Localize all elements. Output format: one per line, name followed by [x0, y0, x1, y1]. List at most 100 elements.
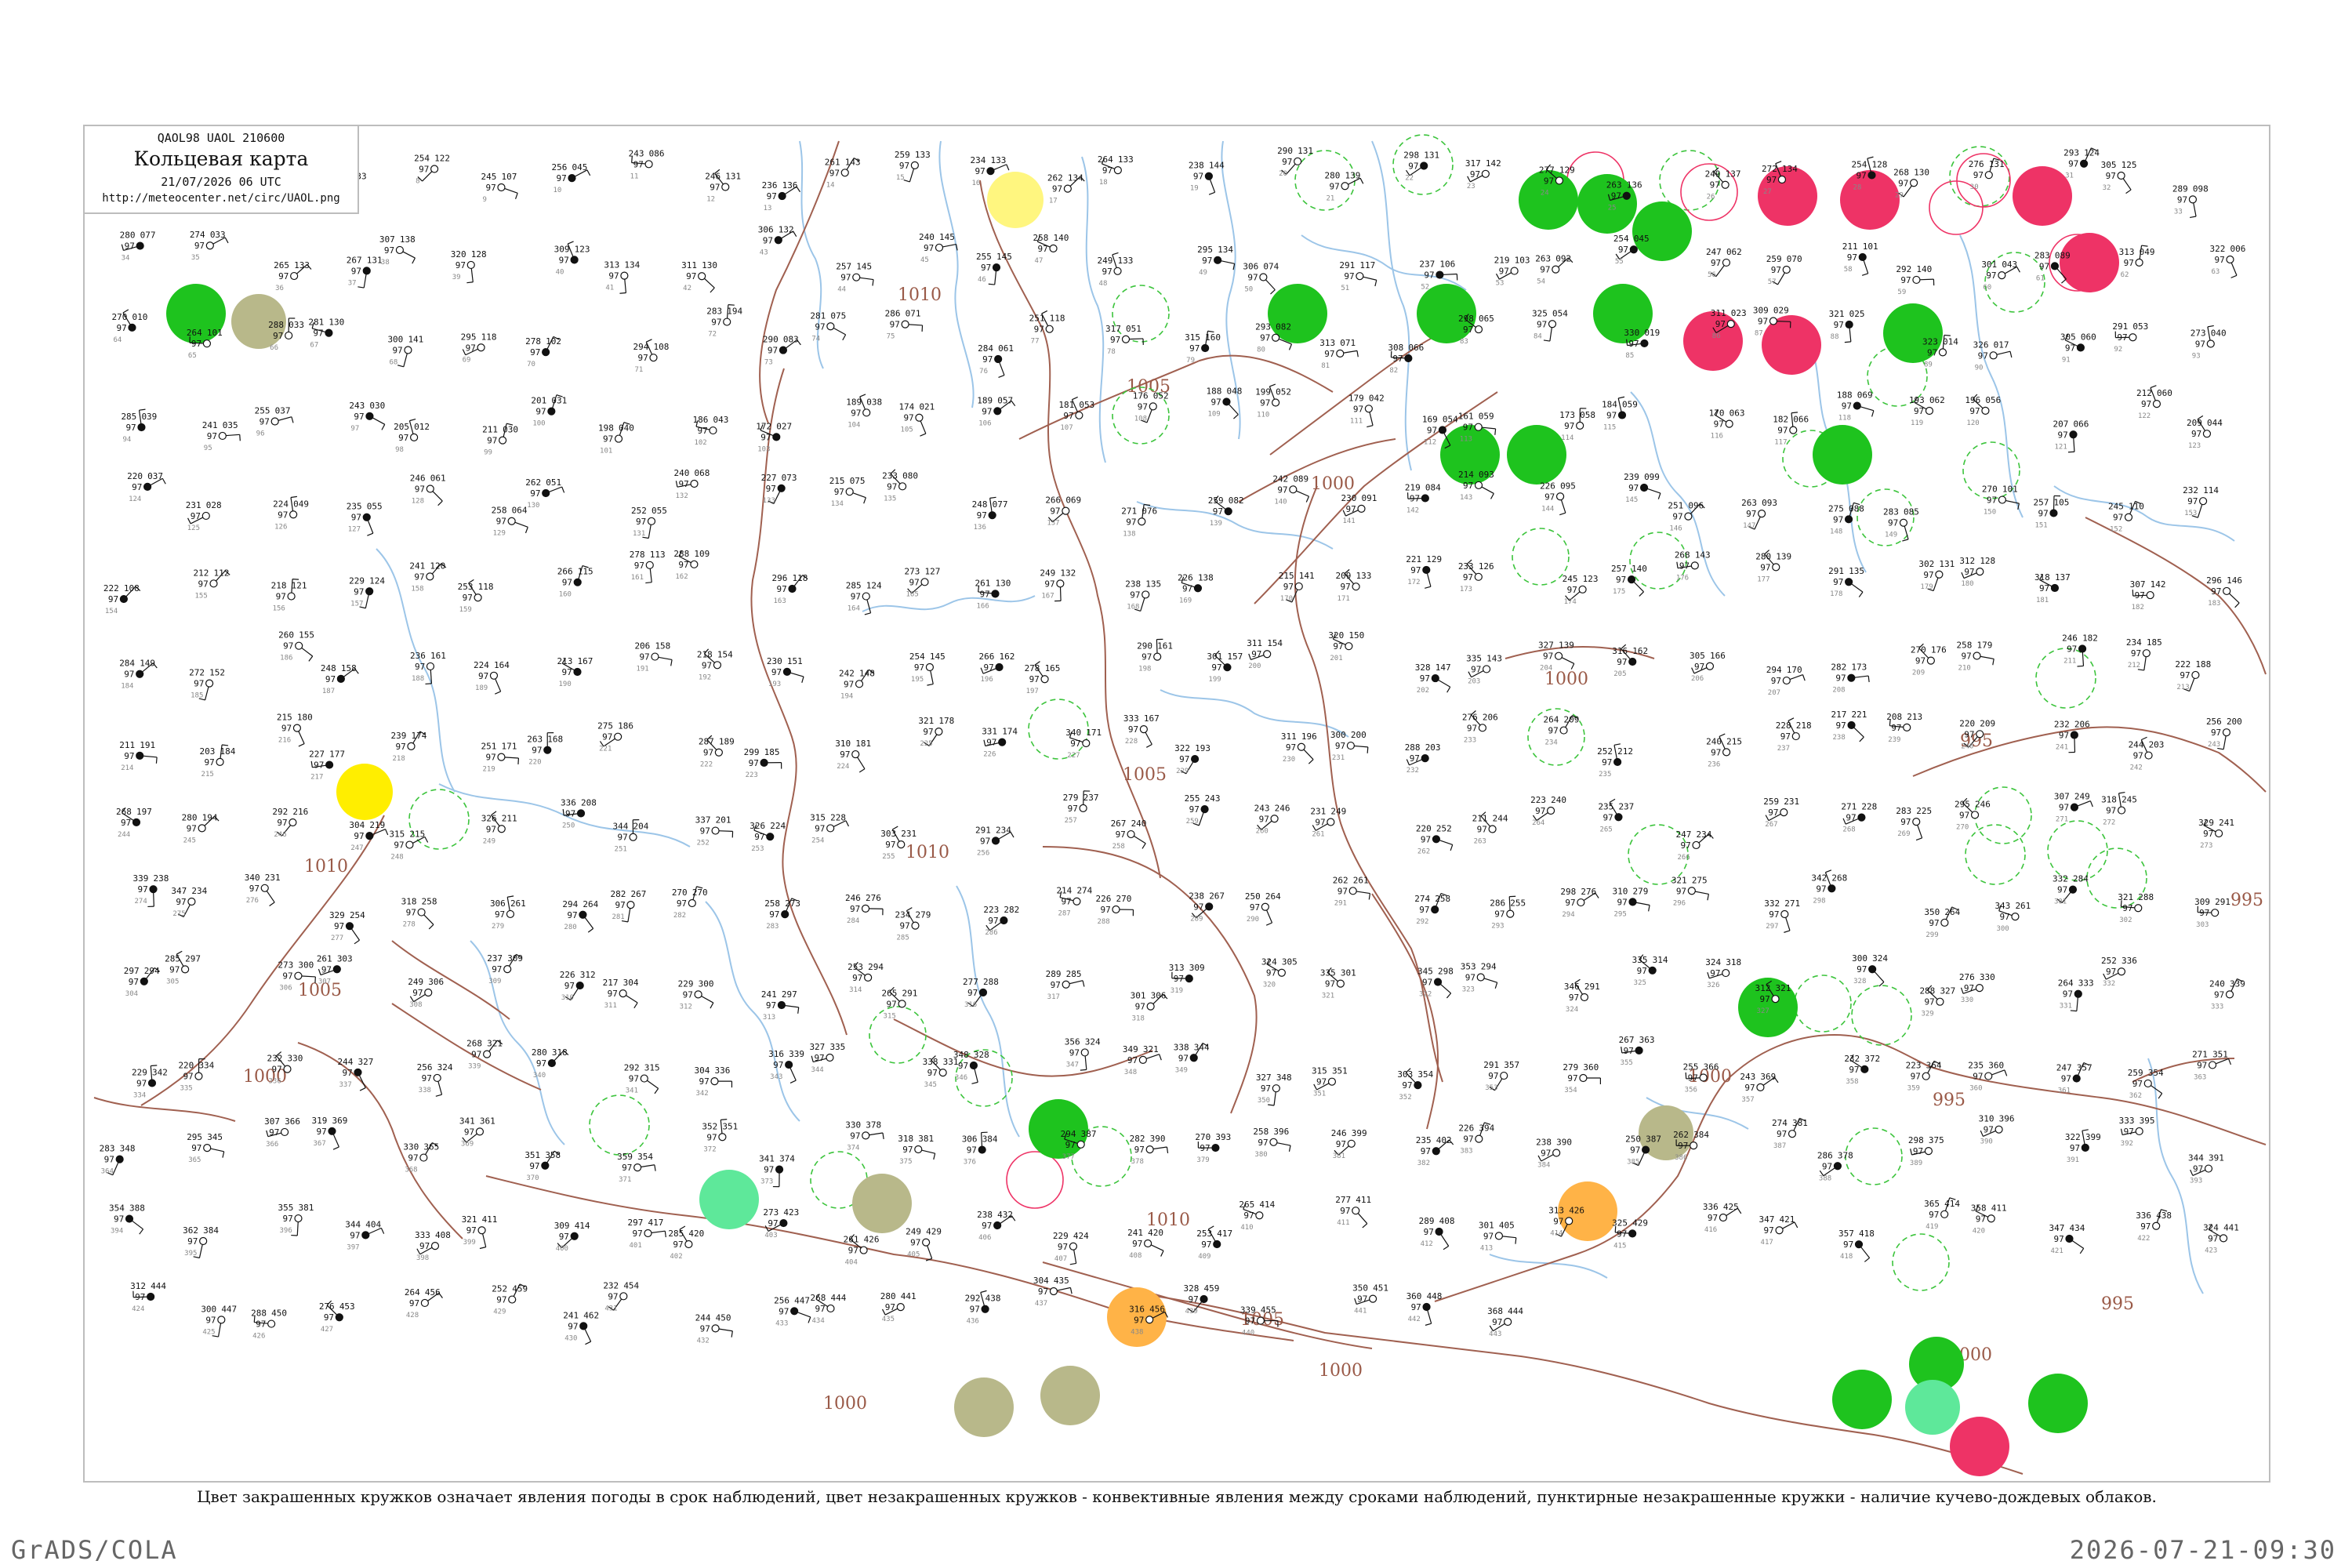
cloud-cover-symbol: [772, 433, 781, 441]
station-pressure: 357: [2077, 1063, 2092, 1073]
station-pressure: 333: [2078, 978, 2094, 989]
station-index: 143: [1460, 494, 1472, 502]
station-temp: 321: [1671, 875, 1687, 885]
cloud-cover-symbol: [864, 973, 873, 982]
station-humidity: 97: [125, 241, 135, 252]
station-pressure: 139: [1345, 170, 1361, 180]
station-temp: 358: [1971, 1203, 1987, 1213]
station-pressure: 378: [866, 1120, 881, 1130]
station-humidity: 97: [2070, 1143, 2080, 1153]
station-index: 115: [1603, 423, 1616, 431]
cloud-cover-symbol: [1998, 270, 2006, 280]
station-humidity: 97: [970, 1305, 980, 1315]
station-index: 189: [475, 684, 488, 692]
station-index: 214: [121, 764, 133, 772]
station-temp: 282: [1130, 1134, 1145, 1144]
station-index: 170: [1280, 595, 1293, 603]
station-index: 87: [1755, 329, 1763, 337]
station-humidity: 97: [415, 484, 425, 494]
station-humidity: 97: [492, 964, 502, 975]
station-index: 332: [2103, 980, 2115, 988]
shower-circle: [1950, 1417, 2009, 1476]
wind-barb-flag: [239, 434, 241, 441]
station-temp: 238: [1536, 1138, 1552, 1148]
station-temp: 318: [401, 897, 417, 907]
cloud-cover-symbol: [1139, 725, 1148, 734]
station-temp: 306: [1243, 262, 1258, 272]
cloud-cover-symbol: [1420, 162, 1428, 170]
station-index: 381: [1333, 1152, 1345, 1160]
station-humidity: 97: [1760, 562, 1770, 572]
station-temp: 311: [1711, 308, 1726, 318]
station-temp: 278: [1025, 663, 1040, 673]
station-index: 24: [1541, 189, 1549, 197]
station-temp: 338: [1174, 1042, 1189, 1052]
station-index: 90: [1975, 364, 1984, 372]
cloud-cover-symbol: [1263, 650, 1272, 659]
station-pressure: 039: [141, 412, 157, 422]
station-temp: 227: [309, 750, 325, 760]
cloud-cover-symbol: [209, 579, 218, 588]
station-pressure: 360: [1583, 1062, 1599, 1073]
station-temp: 246: [705, 172, 720, 182]
station-index: 328: [1853, 978, 1866, 985]
cloud-cover-symbol: [2068, 885, 2078, 894]
station-index: 131: [633, 530, 645, 538]
station-temp: 279: [1063, 793, 1079, 803]
station-pressure: 167: [1144, 713, 1160, 724]
station-pressure: 306: [428, 977, 444, 987]
cloud-cover-symbol: [365, 832, 374, 840]
cloud-cover-symbol: [911, 921, 920, 930]
station-humidity: 97: [975, 166, 985, 176]
station-index: 371: [619, 1176, 631, 1184]
station-index: 18: [1099, 179, 1108, 187]
station-pressure: 324: [1872, 953, 1888, 964]
station-temp: 271: [2192, 1049, 2208, 1059]
cloud-cover-symbol: [497, 825, 506, 833]
cloud-cover-symbol: [433, 1073, 441, 1083]
station-temp: 332: [1764, 898, 1780, 909]
station-humidity: 97: [2068, 159, 2078, 169]
station-humidity: 97: [256, 1319, 266, 1330]
station-temp: 350: [1924, 907, 1940, 917]
cloud-cover-symbol: [325, 328, 333, 337]
station-temp: 326: [750, 821, 765, 831]
station-index: 242: [2130, 764, 2143, 772]
cloud-cover-symbol: [1552, 1149, 1561, 1157]
station-humidity: 97: [414, 572, 424, 582]
station-temp: 298: [1458, 314, 1474, 324]
station-temp: 312: [1755, 983, 1771, 993]
cloud-cover-symbol: [1504, 1317, 1512, 1327]
station-pressure: 136: [1627, 180, 1642, 191]
cloud-cover-symbol: [1984, 171, 1993, 180]
station-index: 50: [1244, 286, 1253, 294]
station-pressure: 291: [1584, 982, 1600, 992]
station-index: 305: [166, 978, 179, 985]
station-index: 174: [1564, 598, 1577, 606]
isobar-label: 1000: [1544, 670, 1588, 689]
station-pressure: 408: [435, 1230, 451, 1240]
station-index: 320: [1263, 982, 1276, 989]
station-index: 130: [527, 502, 539, 510]
station-humidity: 97: [1964, 983, 1974, 993]
station-index: 188: [412, 675, 424, 683]
station-pressure: 049: [2140, 247, 2155, 257]
cloud-cover-symbol: [1867, 171, 1876, 180]
station-pressure: 245: [2122, 795, 2137, 805]
station-temp: 254: [414, 153, 430, 163]
station-temp: 226: [1178, 572, 1193, 583]
station-index: 132: [676, 492, 688, 500]
cloud-cover-symbol: [1294, 582, 1303, 591]
station-temp: 281: [810, 310, 826, 321]
station-pressure: 318: [1726, 957, 1741, 967]
station-pressure: 010: [132, 312, 147, 322]
cloud-cover-symbol: [1579, 1073, 1588, 1083]
cloud-cover-symbol: [2078, 644, 2087, 653]
cloud-cover-symbol: [760, 758, 768, 767]
station-temp: 193: [1909, 395, 1925, 405]
station-humidity: 97: [198, 579, 208, 589]
station-index: 410: [1240, 1224, 1253, 1232]
map-url[interactable]: http://meteocenter.net/circ/UAOL.png: [85, 192, 358, 205]
cloud-cover-symbol: [573, 667, 582, 677]
station-humidity: 97: [1315, 817, 1325, 827]
